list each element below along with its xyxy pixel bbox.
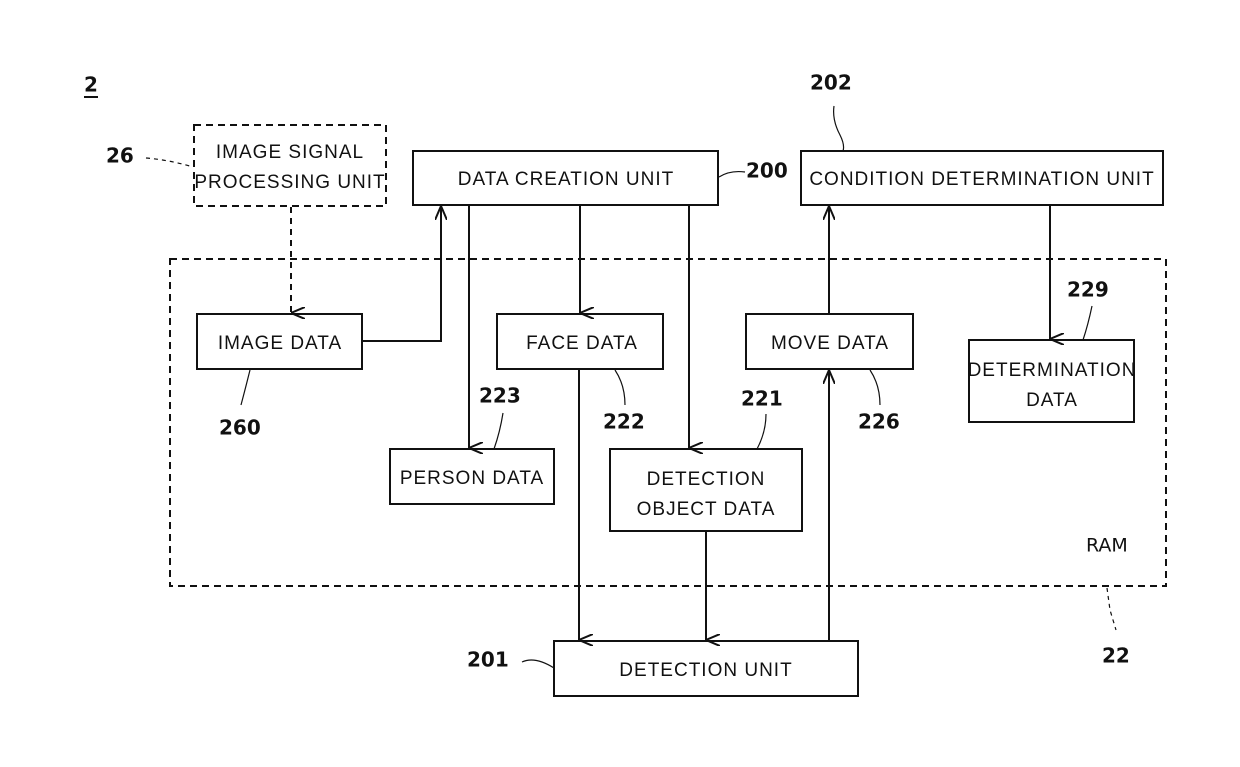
detection-object-data-leader <box>756 413 767 450</box>
person-data-leader <box>493 412 504 450</box>
condition-determination-unit: CONDITION DETERMINATION UNIT <box>800 150 1164 206</box>
image-signal-processing-unit-line1: IMAGE SIGNAL <box>216 142 364 163</box>
figure-number: 2 <box>84 73 98 98</box>
arrow-image-data-to-data-creation <box>363 206 441 342</box>
determination-data-ref: 229 <box>1067 278 1109 302</box>
detection-unit-ref: 201 <box>467 648 509 672</box>
move-data: MOVE DATA <box>745 313 914 370</box>
move-data-leader <box>869 369 881 406</box>
image-signal-processing-unit-leader <box>145 157 194 168</box>
data-creation-unit: DATA CREATION UNIT <box>412 150 719 206</box>
person-data: PERSON DATA <box>389 448 555 505</box>
detection-object-data-line1: DETECTION <box>647 469 766 490</box>
data-creation-unit-ref: 200 <box>746 159 788 183</box>
image-data-leader <box>240 369 251 406</box>
person-data-label: PERSON DATA <box>400 468 544 489</box>
face-data-ref: 222 <box>603 410 645 434</box>
image-data-label: IMAGE DATA <box>218 333 342 354</box>
block-diagram: 2 RAM 22 IMAGE SIGNAL PROCESSING UNIT 26… <box>84 71 1167 697</box>
condition-determination-unit-label: CONDITION DETERMINATION UNIT <box>809 169 1154 190</box>
face-data-leader <box>614 369 626 406</box>
detection-object-data-ref: 221 <box>741 387 783 411</box>
condition-determination-unit-leader <box>833 105 845 152</box>
image-signal-processing-unit-ref: 26 <box>106 144 134 168</box>
figure-number-text: 2 <box>84 73 98 97</box>
determination-data: DETERMINATION DATA <box>968 339 1137 423</box>
face-data-label: FACE DATA <box>526 333 638 354</box>
ram-ref: 22 <box>1102 644 1130 668</box>
image-data: IMAGE DATA <box>196 313 363 370</box>
detection-unit-leader <box>521 659 555 669</box>
detection-object-data: DETECTION OBJECT DATA <box>609 448 803 532</box>
data-creation-unit-label: DATA CREATION UNIT <box>458 169 674 190</box>
ram-label: RAM <box>1086 535 1128 557</box>
determination-data-line1: DETERMINATION <box>968 360 1137 381</box>
data-creation-unit-leader <box>718 170 746 178</box>
detection-unit-label: DETECTION UNIT <box>619 660 792 681</box>
determination-data-line2: DATA <box>1026 390 1078 411</box>
person-data-ref: 223 <box>479 384 521 408</box>
determination-data-leader <box>1082 305 1093 341</box>
face-data: FACE DATA <box>496 313 664 370</box>
detection-object-data-line2: OBJECT DATA <box>637 499 776 520</box>
move-data-ref: 226 <box>858 410 900 434</box>
detection-unit: DETECTION UNIT <box>553 640 859 697</box>
image-signal-processing-unit-line2: PROCESSING UNIT <box>194 172 385 193</box>
move-data-label: MOVE DATA <box>771 333 889 354</box>
image-signal-processing-unit: IMAGE SIGNAL PROCESSING UNIT <box>193 124 387 207</box>
condition-determination-unit-ref: 202 <box>810 71 852 95</box>
ram-ref-leader <box>1106 587 1117 631</box>
image-data-ref: 260 <box>219 416 261 440</box>
